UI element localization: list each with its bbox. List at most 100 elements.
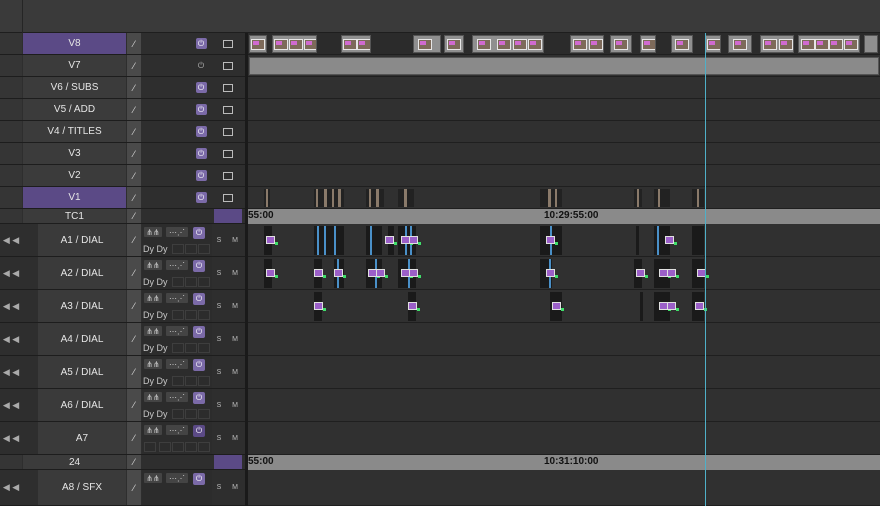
track-name-a7[interactable]: A7 bbox=[38, 422, 126, 454]
track-name-v5[interactable]: V5 / ADD bbox=[23, 99, 126, 120]
power-icon[interactable]: ⏻ bbox=[193, 392, 205, 404]
solo-button[interactable]: S bbox=[212, 470, 226, 505]
track-lock-v3[interactable]: ⁄ bbox=[127, 143, 141, 164]
clip[interactable] bbox=[548, 189, 551, 207]
clip[interactable] bbox=[864, 35, 878, 53]
keyframe-icon[interactable]: ⋯⋰ bbox=[166, 326, 188, 336]
clip[interactable] bbox=[404, 189, 407, 207]
keyframe-icon[interactable]: ⋯⋰ bbox=[166, 359, 188, 369]
track-box[interactable] bbox=[185, 409, 197, 419]
speaker-icon[interactable]: ◀ ◀ bbox=[0, 257, 22, 289]
track-box[interactable] bbox=[185, 310, 197, 320]
track-lock-v1[interactable]: ⁄ bbox=[127, 187, 141, 208]
track-power-v3[interactable]: ⏻ bbox=[190, 143, 212, 164]
clip[interactable] bbox=[658, 189, 660, 207]
track-name-a4[interactable]: A4 / DIAL bbox=[38, 323, 126, 355]
waveform-icon[interactable]: ⋔⋔ bbox=[144, 359, 162, 369]
solo-button[interactable]: S bbox=[212, 257, 226, 289]
track-lock-a8[interactable]: ⁄ bbox=[127, 470, 141, 505]
track-name-v3[interactable]: V3 bbox=[23, 143, 126, 164]
audio-clip[interactable] bbox=[692, 226, 704, 255]
track-lock-v2[interactable]: ⁄ bbox=[127, 165, 141, 186]
keyframe-icon[interactable]: ⋯⋰ bbox=[166, 473, 188, 483]
track-box[interactable] bbox=[159, 442, 171, 452]
track-lock-24[interactable]: ⁄ bbox=[127, 455, 141, 469]
track-box[interactable] bbox=[198, 343, 210, 353]
track-box[interactable] bbox=[172, 277, 184, 287]
mute-button[interactable]: M bbox=[228, 356, 242, 388]
mute-button[interactable]: M bbox=[228, 290, 242, 322]
track-box[interactable] bbox=[185, 376, 197, 386]
effect-icon[interactable] bbox=[376, 269, 388, 278]
track-box[interactable] bbox=[198, 442, 210, 452]
effect-icon[interactable] bbox=[546, 236, 558, 245]
track-name-24[interactable]: 24 bbox=[23, 455, 126, 469]
power-icon[interactable]: ⏻ bbox=[193, 227, 205, 239]
track-name-v6[interactable]: V6 / SUBS bbox=[23, 77, 126, 98]
audio-clip[interactable] bbox=[640, 292, 643, 321]
track-monitor-v3[interactable] bbox=[214, 143, 242, 164]
waveform-icon[interactable]: ⋔⋔ bbox=[144, 293, 162, 303]
speaker-icon[interactable]: ◀ ◀ bbox=[0, 323, 22, 355]
track-box[interactable] bbox=[172, 343, 184, 353]
track-lock-v7[interactable]: ⁄ bbox=[127, 55, 141, 76]
track-name-v1[interactable]: V1 bbox=[23, 187, 126, 208]
power-icon[interactable]: ⏻ bbox=[193, 425, 205, 437]
effect-icon[interactable] bbox=[665, 236, 677, 245]
track-power-v2[interactable]: ⏻ bbox=[190, 165, 212, 186]
effect-icon[interactable] bbox=[695, 302, 707, 311]
mute-button[interactable]: M bbox=[228, 470, 242, 505]
clip[interactable] bbox=[249, 35, 267, 53]
track-power-v4[interactable]: ⏻ bbox=[190, 121, 212, 142]
effect-icon[interactable] bbox=[408, 302, 420, 311]
speaker-icon[interactable]: ◀ ◀ bbox=[0, 356, 22, 388]
speaker-icon[interactable]: ◀ ◀ bbox=[0, 224, 22, 256]
effect-icon[interactable] bbox=[409, 236, 421, 245]
waveform-icon[interactable]: ⋔⋔ bbox=[144, 326, 162, 336]
track-box[interactable] bbox=[185, 343, 197, 353]
power-icon[interactable]: ⏻ bbox=[193, 473, 205, 485]
solo-button[interactable]: S bbox=[212, 323, 226, 355]
effect-icon[interactable] bbox=[314, 269, 326, 278]
track-box[interactable] bbox=[198, 376, 210, 386]
clip[interactable] bbox=[705, 35, 721, 53]
timecode-ruler-tc1[interactable]: 55:00 10:29:55:00 bbox=[248, 209, 880, 224]
solo-button[interactable]: S bbox=[212, 389, 226, 421]
mute-button[interactable]: M bbox=[228, 323, 242, 355]
track-lock-a1[interactable]: ⁄ bbox=[127, 224, 141, 256]
track-lock-a3[interactable]: ⁄ bbox=[127, 290, 141, 322]
track-name-a2[interactable]: A2 / DIAL bbox=[38, 257, 126, 289]
track-lock-a6[interactable]: ⁄ bbox=[127, 389, 141, 421]
track-power-v1[interactable]: ⏻ bbox=[190, 187, 212, 208]
clip[interactable] bbox=[376, 189, 379, 207]
track-lock-a2[interactable]: ⁄ bbox=[127, 257, 141, 289]
effect-icon[interactable] bbox=[636, 269, 648, 278]
track-name-a1[interactable]: A1 / DIAL bbox=[38, 224, 126, 256]
clip[interactable] bbox=[338, 189, 341, 207]
track-monitor-v1[interactable] bbox=[214, 187, 242, 208]
effect-icon[interactable] bbox=[667, 302, 679, 311]
mute-button[interactable]: M bbox=[228, 224, 242, 256]
clip[interactable] bbox=[413, 35, 441, 53]
clip[interactable] bbox=[555, 189, 557, 207]
track-box[interactable] bbox=[198, 310, 210, 320]
track-monitor-24[interactable] bbox=[214, 455, 242, 469]
track-power-v8[interactable]: ⏻ bbox=[190, 33, 212, 54]
track-box[interactable] bbox=[198, 277, 210, 287]
clip[interactable] bbox=[654, 189, 670, 207]
waveform-icon[interactable]: ⋔⋔ bbox=[144, 473, 162, 483]
clip[interactable] bbox=[266, 189, 268, 207]
mute-button[interactable]: M bbox=[228, 422, 242, 454]
track-name-v4[interactable]: V4 / TITLES bbox=[23, 121, 126, 142]
solo-button[interactable]: S bbox=[212, 290, 226, 322]
track-monitor-tc1[interactable] bbox=[214, 209, 242, 223]
audio-clip[interactable] bbox=[636, 226, 639, 255]
keyframe-icon[interactable]: ⋯⋰ bbox=[166, 227, 188, 237]
waveform-icon[interactable]: ⋔⋔ bbox=[144, 227, 162, 237]
waveform-icon[interactable]: ⋔⋔ bbox=[144, 425, 162, 435]
power-icon[interactable]: ⏻ bbox=[193, 293, 205, 305]
speaker-icon[interactable]: ◀ ◀ bbox=[0, 422, 22, 454]
track-monitor-v8[interactable] bbox=[214, 33, 242, 54]
waveform-icon[interactable]: ⋔⋔ bbox=[144, 260, 162, 270]
track-power-v5[interactable]: ⏻ bbox=[190, 99, 212, 120]
